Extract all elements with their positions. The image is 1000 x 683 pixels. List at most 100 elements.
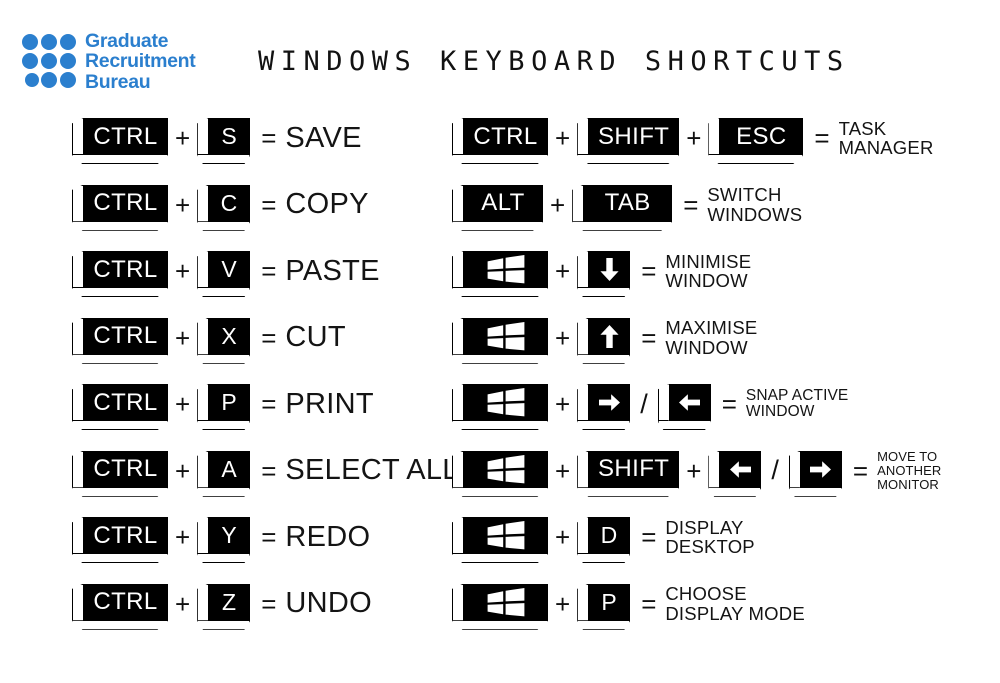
key-windows[interactable] <box>463 384 548 422</box>
shortcut-row: CTRL + A = SELECT ALL <box>72 441 458 508</box>
key-windows[interactable] <box>463 450 548 488</box>
plus-operator: + <box>175 256 191 287</box>
key-ctrl[interactable]: CTRL <box>83 118 168 156</box>
key-windows[interactable] <box>463 251 548 289</box>
logo-dot <box>60 34 76 50</box>
action-label: REDO <box>285 520 371 553</box>
plus-operator: + <box>686 123 702 154</box>
plus-operator: + <box>555 588 571 619</box>
shortcut-row: CTRL + SHIFT + ESC = TASK MANAGER <box>452 108 1000 175</box>
equals-operator: = <box>852 455 869 486</box>
action-label: MINIMISE WINDOW <box>665 250 752 292</box>
plus-operator: + <box>555 522 571 553</box>
key-label: CTRL <box>93 455 158 483</box>
page-title: WINDOWS KEYBOARD SHORTCUTS <box>258 46 850 77</box>
key-ctrl[interactable]: CTRL <box>83 384 168 422</box>
key-ctrl[interactable]: CTRL <box>83 450 168 488</box>
equals-operator: = <box>261 522 277 553</box>
logo-dot <box>22 34 38 50</box>
action-label: PASTE <box>285 254 380 287</box>
key-label: A <box>221 455 238 482</box>
key-windows[interactable] <box>463 583 548 621</box>
equals-operator: = <box>641 322 657 353</box>
key-ctrl[interactable]: CTRL <box>463 118 548 156</box>
equals-operator: = <box>721 389 737 420</box>
key-arrow-right[interactable] <box>588 384 631 422</box>
key-p[interactable]: P <box>588 583 631 621</box>
key-windows[interactable] <box>463 517 548 555</box>
action-label: MAXIMISE WINDOW <box>665 317 758 358</box>
key-z[interactable]: Z <box>208 583 251 621</box>
logo-wordmark: Graduate Recruitment Bureau <box>85 31 196 93</box>
grb-logo: Graduate Recruitment Bureau <box>22 31 196 93</box>
windows-flag-icon <box>463 584 548 621</box>
key-esc[interactable]: ESC <box>719 118 804 156</box>
arrow-left-icon <box>669 384 711 421</box>
shortcut-row: + / = SNAP ACTIVE WINDOW <box>452 374 1000 441</box>
plus-operator: + <box>175 389 191 420</box>
key-label: CTRL <box>473 122 538 150</box>
key-arrow-right[interactable] <box>799 450 842 488</box>
plus-operator: + <box>550 189 566 220</box>
key-ctrl[interactable]: CTRL <box>83 583 168 621</box>
shortcut-row: CTRL + V = PASTE <box>72 241 452 308</box>
arrow-up-icon <box>588 318 630 355</box>
key-shift[interactable]: SHIFT <box>588 450 680 488</box>
key-x[interactable]: X <box>208 317 251 355</box>
key-ctrl[interactable]: CTRL <box>83 251 168 289</box>
key-label: X <box>221 322 238 349</box>
key-arrow-up[interactable] <box>588 317 631 355</box>
equals-operator: = <box>261 389 277 420</box>
key-label: CTRL <box>93 388 158 416</box>
action-label: PRINT <box>285 387 374 420</box>
key-s[interactable]: S <box>208 118 251 156</box>
equals-operator: = <box>641 522 657 553</box>
key-label: CTRL <box>93 521 158 549</box>
arrow-left-icon <box>719 451 761 488</box>
key-ctrl[interactable]: CTRL <box>83 184 168 222</box>
key-label: D <box>600 522 618 549</box>
action-label: TASK MANAGER <box>838 117 934 159</box>
key-tab[interactable]: TAB <box>583 184 673 222</box>
key-y[interactable]: Y <box>208 517 251 555</box>
logo-line-bureau: Bureau <box>85 70 151 93</box>
key-arrow-down[interactable] <box>588 251 631 289</box>
key-ctrl[interactable]: CTRL <box>83 317 168 355</box>
key-v[interactable]: V <box>208 251 251 289</box>
windows-flag-icon <box>463 318 548 355</box>
logo-dot <box>41 53 57 69</box>
shortcut-row: CTRL + X = CUT <box>72 308 452 375</box>
right-shortcut-column: CTRL + SHIFT + ESC = TASK MANAGER ALT + <box>452 108 1000 640</box>
plus-operator: + <box>555 256 571 287</box>
key-c[interactable]: C <box>208 184 251 222</box>
arrow-right-icon <box>588 384 630 421</box>
action-label: CUT <box>285 321 346 354</box>
key-alt[interactable]: ALT <box>463 184 543 222</box>
key-label: Y <box>221 522 238 549</box>
key-label: TAB <box>604 189 651 217</box>
action-label: COPY <box>285 188 369 221</box>
left-shortcut-column: CTRL + S = SAVE CTRL + C = COPY CTRL + V… <box>72 108 458 641</box>
key-p[interactable]: P <box>208 384 251 422</box>
equals-operator: = <box>641 588 657 619</box>
key-arrow-left[interactable] <box>719 450 762 488</box>
key-d[interactable]: D <box>588 517 631 555</box>
shortcut-row: CTRL + Y = REDO <box>72 507 452 574</box>
equals-operator: = <box>261 256 277 287</box>
shortcut-row: + P = CHOOSE DISPLAY MODE <box>452 574 1000 641</box>
equals-operator: = <box>261 588 277 619</box>
shortcut-row: + SHIFT + / = MOVE TO ANOTHER MONITOR <box>452 441 1000 508</box>
equals-operator: = <box>814 123 830 154</box>
key-label: CTRL <box>93 122 158 150</box>
shortcut-row: CTRL + Z = UNDO <box>72 574 452 641</box>
key-ctrl[interactable]: CTRL <box>83 517 168 555</box>
shortcuts-poster: Graduate Recruitment Bureau WINDOWS KEYB… <box>0 0 1000 683</box>
key-arrow-left[interactable] <box>668 384 711 422</box>
shortcut-columns: CTRL + S = SAVE CTRL + C = COPY CTRL + V… <box>0 108 1000 683</box>
key-label: S <box>221 123 238 150</box>
shortcut-row: + = MINIMISE WINDOW <box>452 241 1000 308</box>
key-windows[interactable] <box>463 317 548 355</box>
logo-dot <box>25 73 39 87</box>
key-shift[interactable]: SHIFT <box>588 118 680 156</box>
key-a[interactable]: A <box>208 450 251 488</box>
